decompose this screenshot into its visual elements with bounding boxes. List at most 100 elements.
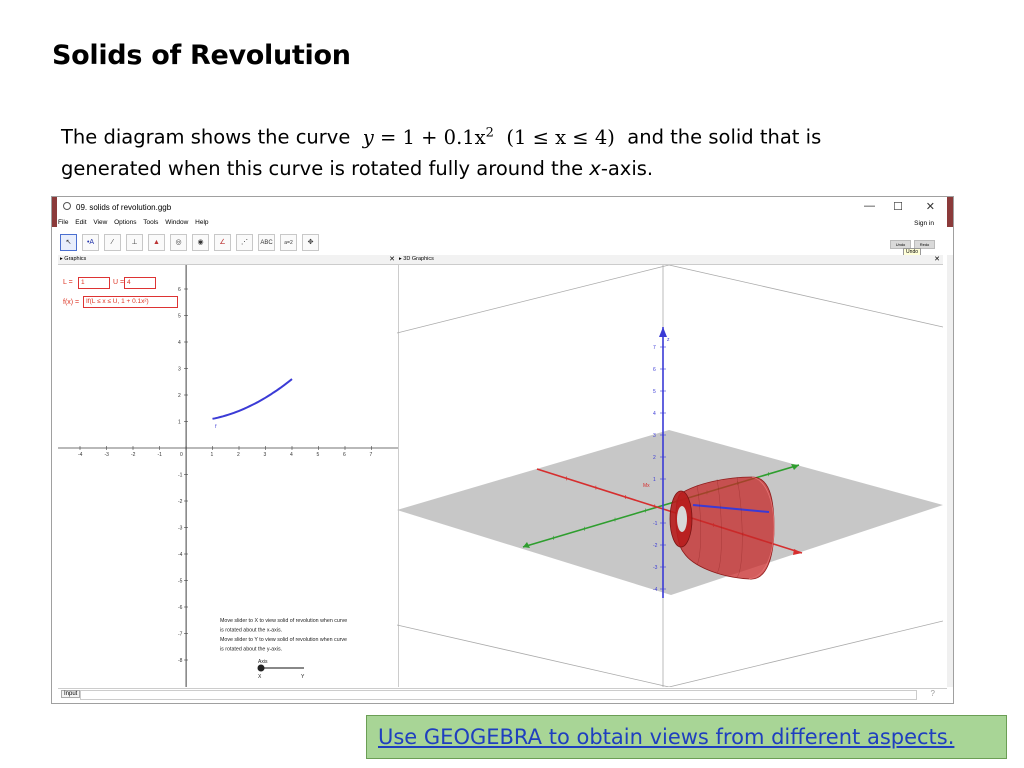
help-icon[interactable]: ?	[931, 689, 935, 698]
instruction-line: Move slider to X to view solid of revolu…	[220, 618, 347, 624]
angle-tool-button[interactable]: ∠	[214, 234, 231, 251]
x-tick-label: 0	[180, 452, 183, 458]
eq-exponent: 2	[485, 125, 494, 140]
graphics3d-panel-header[interactable]: ▸ 3D Graphics ✕	[397, 255, 943, 265]
graphics-panel-close-icon[interactable]: ✕	[389, 255, 395, 264]
text-icon: ABC	[260, 240, 273, 246]
input-bar: Input ?	[58, 688, 947, 700]
eq-y: y	[362, 125, 374, 149]
desc-text-before: The diagram shows the curve	[61, 125, 351, 149]
equation: y = 1 + 0.1x2 (1 ≤ x ≤ 4)	[357, 125, 622, 149]
input-label: Input	[61, 690, 81, 698]
geogebra-link[interactable]: Use GEOGEBRA to obtain views from differ…	[378, 725, 954, 749]
z-axis-arrow	[659, 327, 667, 337]
reflect-icon: ⋰	[241, 239, 248, 246]
x-tick-label: 7	[370, 452, 373, 458]
sign-in-link[interactable]: Sign in	[914, 220, 934, 227]
perpendicular-tool-button[interactable]: ⊥	[126, 234, 143, 251]
y-tick-label: -4	[178, 552, 183, 558]
desc-line2-a: generated when this curve is rotated ful…	[61, 156, 590, 180]
curve-label: f	[215, 424, 217, 430]
menu-help[interactable]: Help	[195, 219, 208, 226]
graphics-panel-header[interactable]: ▸ Graphics ✕	[58, 255, 398, 265]
y-tick-label: -1	[178, 473, 183, 479]
menu-edit[interactable]: Edit	[75, 219, 86, 226]
y-tick-label: 4	[178, 340, 181, 346]
x-tick-label: 2	[237, 452, 240, 458]
slide-title: Solids of Revolution	[52, 40, 351, 71]
pointer-icon: ↖	[65, 239, 72, 246]
graphics3d-panel-close-icon[interactable]: ✕	[934, 255, 940, 264]
instruction-line: is rotated about the y-axis.	[220, 647, 282, 653]
input-field[interactable]	[80, 690, 917, 700]
menu-file[interactable]: File	[58, 219, 68, 226]
desc-text-after: and the solid that is	[627, 125, 822, 149]
polygon-icon: ▲	[153, 239, 160, 246]
z-tick-label: 5	[653, 389, 656, 395]
reflect-tool-button[interactable]: ⋰	[236, 234, 253, 251]
z-tick-label: 3	[653, 433, 656, 439]
slider-x-label: X	[258, 674, 262, 680]
z-tick-label: 4	[653, 411, 656, 417]
toolbar: ↖ •A ⁄ ⊥ ▲ ◎ ◉ ∠ ⋰ ABC a=2 ✥ Undo Redo Un…	[58, 231, 947, 256]
x-tick-label: -3	[105, 452, 110, 458]
y-tick-label: 5	[178, 314, 181, 320]
graphics-2d-view[interactable]: L = 1 U = 4 f(x) = If(L ≤ x ≤ U, 1 + 0.1…	[58, 265, 399, 687]
text-tool-button[interactable]: ABC	[258, 234, 275, 251]
axis-slider-knob[interactable]	[257, 664, 265, 672]
minimize-button[interactable]: —	[864, 200, 875, 212]
z-tick-label: -1	[653, 521, 658, 527]
point-tool-button[interactable]: •A	[82, 234, 99, 251]
graphics-3d-view[interactable]: 7 6 5 4 3 2 1 -1 -2 -3 -4 z Mx	[397, 265, 943, 687]
x-tick-label: 1	[211, 452, 214, 458]
close-button[interactable]: ✕	[926, 200, 935, 213]
menu-window[interactable]: Window	[165, 219, 188, 226]
y-tick-label: -2	[178, 499, 183, 505]
panel-arrow-icon: ▸	[60, 256, 63, 262]
move-graphics-tool-button[interactable]: ✥	[302, 234, 319, 251]
graph-3d-canvas: 7 6 5 4 3 2 1 -1 -2 -3 -4 z Mx	[397, 265, 943, 687]
z-tick-label: 2	[653, 455, 656, 461]
geogebra-callout: Use GEOGEBRA to obtain views from differ…	[366, 715, 1007, 759]
box-edge	[397, 624, 670, 687]
y-tick-label: -3	[178, 526, 183, 532]
eq-domain: (1 ≤ x ≤ 4)	[506, 125, 615, 149]
window-edge-left	[52, 197, 57, 227]
window-edge-right	[947, 197, 953, 227]
slider-tool-button[interactable]: a=2	[280, 234, 297, 251]
ellipse-icon: ◉	[197, 239, 204, 246]
ellipse-tool-button[interactable]: ◉	[192, 234, 209, 251]
polygon-tool-button[interactable]: ▲	[148, 234, 165, 251]
menu-tools[interactable]: Tools	[143, 219, 158, 226]
instruction-line: is rotated about the x-axis.	[220, 628, 282, 634]
circle-tool-button[interactable]: ◎	[170, 234, 187, 251]
y-tick-label: 6	[178, 287, 181, 293]
y-tick-label: -5	[178, 579, 183, 585]
instruction-line: Move slider to Y to view solid of revolu…	[220, 637, 347, 643]
slider-y-label: Y	[301, 674, 305, 680]
y-tick-label: 2	[178, 393, 181, 399]
menu-options[interactable]: Options	[114, 219, 136, 226]
z-tick-label: 1	[653, 477, 656, 483]
z-tick-label: -4	[653, 587, 658, 593]
window-title: 09. solids of revolution.ggb	[76, 203, 172, 212]
slider-axis-label: Axis	[258, 659, 268, 665]
eq-main: = 1 + 0.1x	[373, 125, 486, 149]
geogebra-window: 09. solids of revolution.ggb — ☐ ✕ File …	[51, 196, 954, 704]
line-tool-button[interactable]: ⁄	[104, 234, 121, 251]
z-tick-label: -3	[653, 565, 658, 571]
solid-hole	[677, 506, 687, 532]
graphics-panel-title: Graphics	[64, 256, 87, 262]
move-tool-button[interactable]: ↖	[60, 234, 77, 251]
box-edge	[397, 265, 670, 334]
right-scrollbar[interactable]	[947, 255, 953, 687]
box-edge	[668, 620, 943, 687]
mx-label: Mx	[643, 483, 650, 489]
window-titlebar[interactable]: 09. solids of revolution.ggb — ☐ ✕	[58, 197, 947, 219]
point-icon: •A	[86, 239, 95, 246]
slider-icon: a=2	[284, 240, 293, 246]
menu-view[interactable]: View	[93, 219, 107, 226]
maximize-button[interactable]: ☐	[893, 200, 903, 213]
graphics3d-panel-title: 3D Graphics	[403, 256, 434, 262]
desc-line2-b: -axis.	[600, 156, 654, 180]
